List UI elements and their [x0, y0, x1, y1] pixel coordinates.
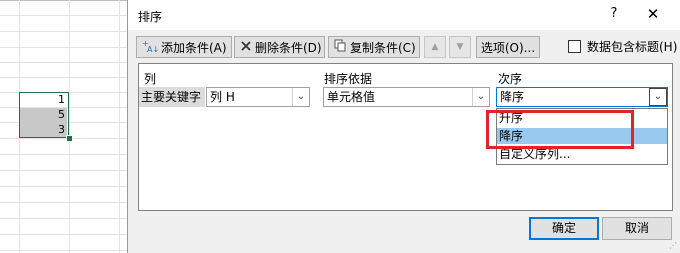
chevron-down-icon[interactable]: ⌄	[472, 88, 489, 106]
gridline	[0, 62, 127, 63]
svg-text:A↓: A↓	[147, 45, 158, 53]
sort-on-select[interactable]: 单元格值 ⌄	[323, 87, 490, 107]
cancel-button[interactable]: 取消	[602, 217, 672, 240]
gridline	[0, 170, 127, 171]
dialog-title: 排序	[138, 10, 163, 24]
delete-condition-button[interactable]: 删除条件(D)	[234, 36, 325, 58]
header-checkbox-label: 数据包含标题(H)	[587, 40, 678, 54]
order-select-value: 降序	[500, 90, 525, 104]
sort-on-select-value: 单元格值	[327, 90, 376, 104]
gridline	[0, 250, 127, 251]
chevron-down-icon[interactable]: ⌄	[649, 88, 667, 106]
cell-value[interactable]: 3	[20, 122, 68, 138]
order-option-custom-list[interactable]: 自定义序列...	[497, 146, 667, 162]
gridline	[0, 138, 127, 139]
sort-levels-grid: 列 排序依据 次序 主要关键字 列 H ⌄ 单元格值 ⌄ 降序 ⌄ 升序 降序 …	[138, 63, 673, 211]
order-header: 次序	[498, 72, 523, 86]
copy-condition-label: 复制条件(C)	[350, 40, 416, 55]
primary-key-label: 主要关键字	[139, 87, 205, 107]
chevron-down-icon[interactable]: ⌄	[292, 88, 309, 106]
sort-dialog: 排序 ? ✕ + A↓ 添加条件(A) 删除条件(D) 复制条件(C) ▲ ▼ 选…	[127, 0, 680, 253]
ok-button[interactable]: 确定	[529, 217, 599, 240]
order-option-descending[interactable]: 降序	[497, 128, 667, 144]
gridline	[0, 15, 127, 16]
cell-value[interactable]: 1	[20, 92, 68, 108]
options-button[interactable]: 选项(O)...	[476, 36, 540, 58]
resize-grip-icon[interactable]: ⋰	[669, 241, 677, 250]
order-dropdown-list: 升序 降序 自定义序列...	[496, 108, 668, 165]
order-option-ascending[interactable]: 升序	[497, 110, 667, 126]
cell-value[interactable]: 5	[20, 107, 68, 123]
gridline	[0, 202, 127, 203]
move-up-button[interactable]: ▲	[424, 36, 446, 58]
help-button[interactable]: ?	[604, 6, 624, 24]
order-select[interactable]: 降序 ⌄	[496, 87, 668, 107]
gridline	[0, 47, 127, 48]
gridline	[69, 0, 70, 253]
add-level-icon: + A↓	[142, 39, 159, 56]
column-select[interactable]: 列 H ⌄	[206, 87, 310, 107]
dialog-titlebar[interactable]: 排序 ? ✕	[128, 0, 680, 30]
gridline	[0, 218, 127, 219]
sort-on-header: 排序依据	[324, 72, 373, 86]
move-down-button[interactable]: ▼	[449, 36, 471, 58]
column-select-value: 列 H	[210, 90, 235, 104]
gridline	[0, 31, 127, 32]
copy-condition-button[interactable]: 复制条件(C)	[328, 36, 420, 58]
add-condition-label: 添加条件(A)	[161, 40, 227, 55]
column-header: 列	[144, 72, 157, 86]
header-checkbox[interactable]	[568, 40, 581, 53]
add-condition-button[interactable]: + A↓ 添加条件(A)	[136, 36, 232, 58]
gridline	[119, 0, 120, 253]
delete-condition-label: 删除条件(D)	[255, 40, 322, 55]
gridline	[0, 186, 127, 187]
delete-x-icon	[240, 40, 252, 55]
gridline	[0, 234, 127, 235]
copy-icon	[334, 39, 347, 55]
close-button[interactable]: ✕	[642, 5, 664, 25]
gridline	[0, 77, 127, 78]
gridline	[0, 154, 127, 155]
